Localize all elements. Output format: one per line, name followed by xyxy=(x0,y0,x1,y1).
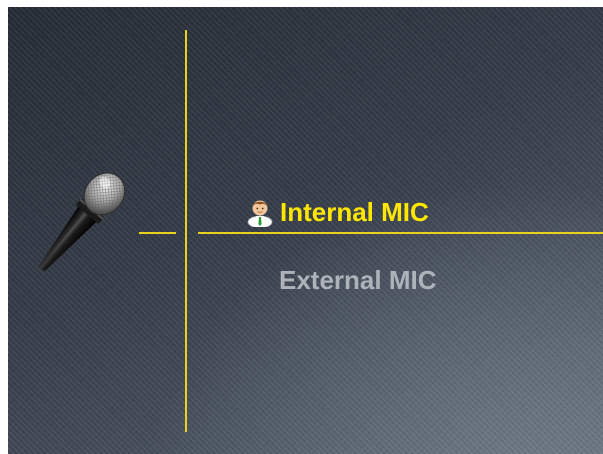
selection-line-left xyxy=(139,232,176,234)
selection-line-right xyxy=(198,232,603,234)
menu-item-internal-mic[interactable]: Internal MIC xyxy=(246,197,429,227)
external-mic-label: External MIC xyxy=(279,265,437,295)
menu-item-external-mic[interactable]: External MIC xyxy=(279,265,437,295)
microphone-icon xyxy=(38,172,126,272)
vertical-divider xyxy=(185,30,187,432)
internal-mic-label: Internal MIC xyxy=(280,197,429,227)
user-icon xyxy=(247,200,273,227)
mic-settings-screen: Internal MIC External MIC xyxy=(8,7,603,454)
